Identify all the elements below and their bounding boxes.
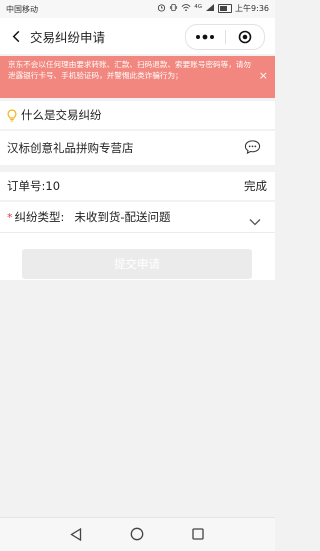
fraud-warning-banner: 京东不会以任何理由要求转账、汇款、扫码退款、索要账号密码等，请勿泄露银行卡号、手…	[0, 56, 275, 98]
signal-icon	[205, 3, 215, 14]
wifi-icon	[181, 3, 191, 14]
back-triangle-icon	[70, 527, 82, 541]
alarm-icon	[157, 3, 166, 14]
store-name: 汉标创意礼品拼购专营店	[7, 141, 134, 155]
carrier-name: 中国移动	[6, 5, 38, 14]
status-bar: 中国移动 4G 上午9:36	[0, 0, 275, 18]
dispute-type-label: 纠纷类型:	[14, 210, 65, 224]
recents-square-icon	[192, 528, 204, 540]
more-dots-icon	[196, 34, 215, 40]
clock-time: 上午9:36	[235, 4, 269, 13]
order-row: 订单号:10 完成	[0, 172, 275, 200]
required-marker: *	[7, 210, 13, 224]
fraud-warning-text: 京东不会以任何理由要求转账、汇款、扫码退款、索要账号密码等，请勿泄露银行卡号、手…	[8, 60, 251, 80]
recents-square-button[interactable]	[190, 526, 206, 542]
faq-label: 什么是交易纠纷	[21, 108, 102, 122]
battery-icon	[218, 4, 233, 13]
back-triangle-button[interactable]	[68, 526, 84, 542]
status-icons: 4G 上午9:36	[157, 3, 269, 14]
dispute-type-value: 未收到货-配送问题	[74, 210, 171, 224]
more-options-button[interactable]	[186, 25, 225, 49]
nav-bar: 交易纠纷申请	[0, 18, 275, 54]
submit-area: 提交申请	[0, 233, 275, 280]
back-button[interactable]	[4, 18, 28, 54]
dispute-type-select[interactable]: * 纠纷类型: 未收到货-配送问题	[0, 202, 275, 233]
close-banner-button[interactable]: ×	[259, 70, 268, 81]
target-circle-icon	[238, 30, 252, 44]
chevron-down-icon	[249, 211, 261, 230]
lightbulb-icon	[7, 108, 17, 122]
close-program-button[interactable]	[226, 25, 265, 49]
store-row: 汉标创意礼品拼购专营店	[0, 131, 275, 165]
order-status: 完成	[244, 179, 267, 193]
submit-button[interactable]: 提交申请	[22, 249, 252, 279]
system-nav-bar	[0, 517, 275, 551]
page-title: 交易纠纷申请	[30, 29, 106, 45]
chat-bubble-icon[interactable]	[244, 139, 261, 159]
order-number: 订单号:10	[7, 179, 61, 193]
home-circle-icon	[130, 527, 144, 541]
faq-row[interactable]: 什么是交易纠纷	[0, 101, 275, 129]
vibrate-icon	[169, 3, 178, 14]
home-circle-button[interactable]	[129, 526, 145, 542]
chevron-left-icon	[12, 30, 19, 42]
mini-program-capsule	[185, 24, 265, 50]
network-type: 4G	[194, 3, 203, 10]
